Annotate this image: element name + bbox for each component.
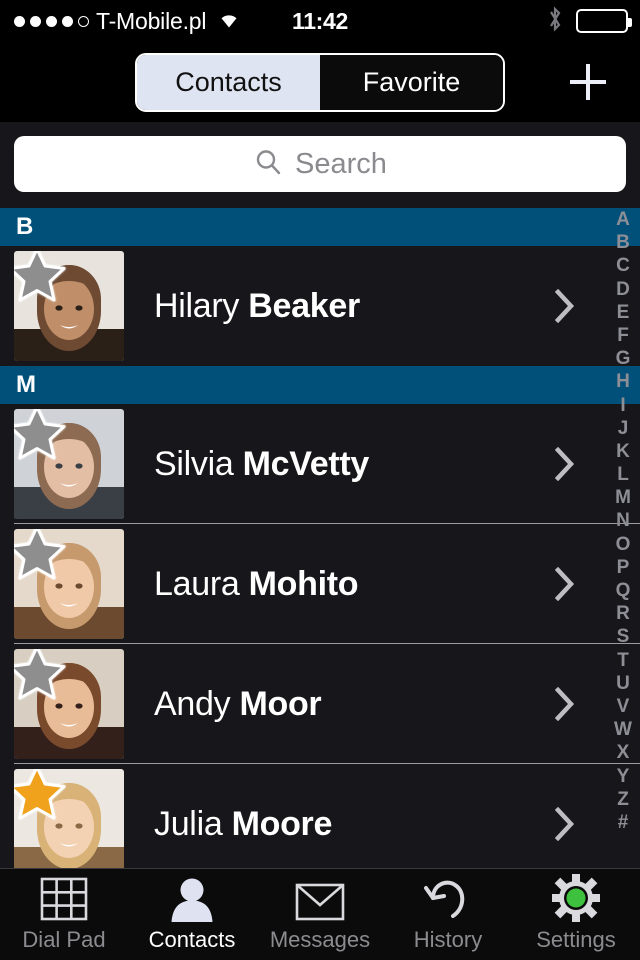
index-letter-n[interactable]: N — [616, 509, 630, 532]
tab-messages[interactable]: Messages — [256, 869, 384, 960]
chevron-right-icon — [555, 567, 575, 601]
index-letter-l[interactable]: L — [617, 463, 629, 486]
search-placeholder: Search — [295, 147, 387, 180]
star-icon — [14, 251, 66, 302]
chevron-right-icon — [555, 687, 575, 721]
contact-first-name: Julia — [154, 804, 223, 843]
status-bar-clock: 11:42 — [291, 7, 349, 34]
index-letter-x[interactable]: X — [617, 741, 630, 764]
avatar — [14, 769, 124, 879]
avatar — [14, 529, 124, 639]
battery-icon — [576, 9, 632, 33]
index-letter-p[interactable]: P — [617, 556, 630, 579]
search-icon — [253, 147, 283, 182]
avatar — [14, 409, 124, 519]
tab-history[interactable]: History — [384, 869, 512, 960]
index-letter-w[interactable]: W — [614, 718, 632, 741]
person-icon — [169, 876, 215, 922]
avatar — [14, 251, 124, 361]
status-bar: T-Mobile.pl 11:42 — [0, 0, 640, 42]
index-letter-h[interactable]: H — [616, 370, 630, 393]
contacts-list: B Hilary Beaker M Silvia McVetty Laura M… — [0, 208, 640, 884]
contacts-favorite-segmented-control[interactable]: Contacts Favorite — [135, 52, 505, 112]
contact-row[interactable]: Hilary Beaker — [0, 246, 640, 366]
index-letter-d[interactable]: D — [616, 278, 630, 301]
tab-label: Dial Pad — [22, 927, 106, 952]
chevron-right-icon — [555, 447, 575, 481]
contact-last-name: Moore — [231, 804, 333, 843]
index-letter-m[interactable]: M — [615, 486, 631, 509]
undo-arrow-icon — [424, 876, 472, 922]
index-letter-z[interactable]: Z — [617, 788, 629, 811]
bottom-tab-bar: Dial Pad Contacts Messages History Setti… — [0, 868, 640, 960]
index-letter-o[interactable]: O — [616, 533, 631, 556]
section-header-b: B — [0, 208, 640, 246]
add-contact-button[interactable] — [566, 60, 610, 104]
tab-label: Settings — [536, 927, 616, 952]
index-letter-k[interactable]: K — [616, 440, 630, 463]
index-letter-v[interactable]: V — [617, 695, 630, 718]
index-letter-a[interactable]: A — [616, 208, 630, 231]
contact-first-name: Hilary — [154, 286, 240, 325]
index-letter-c[interactable]: C — [616, 254, 630, 277]
section-header-m: M — [0, 366, 640, 404]
tab-contacts-segment[interactable]: Contacts — [137, 54, 320, 110]
index-letter-r[interactable]: R — [616, 602, 630, 625]
dialpad-icon — [39, 876, 89, 922]
gear-icon — [552, 874, 600, 922]
envelope-icon — [295, 876, 345, 922]
tab-label: Messages — [269, 927, 371, 952]
index-letter-j[interactable]: J — [618, 417, 629, 440]
tab-label: Contacts — [148, 927, 236, 952]
index-letter-g[interactable]: G — [616, 347, 631, 370]
index-letter-t[interactable]: T — [617, 649, 629, 672]
navigation-bar: Contacts Favorite — [0, 42, 640, 122]
contact-last-name: McVetty — [242, 444, 370, 483]
search-input[interactable]: Search — [14, 136, 626, 192]
index-letter-b[interactable]: B — [616, 231, 630, 254]
star-icon — [14, 409, 66, 460]
chevron-right-icon — [555, 807, 575, 841]
index-letter-hash[interactable]: # — [618, 811, 629, 834]
tab-dial-pad[interactable]: Dial Pad — [0, 869, 128, 960]
contact-row[interactable]: Laura Mohito — [0, 524, 640, 644]
star-icon — [14, 649, 66, 700]
contact-first-name: Andy — [154, 684, 231, 723]
index-letter-s[interactable]: S — [617, 625, 630, 648]
contact-name: Andy Moor — [154, 684, 322, 724]
contacts-app-screen: T-Mobile.pl 11:42 Contacts Favorite Sear… — [0, 0, 640, 960]
contact-name: Julia Moore — [154, 805, 332, 844]
tab-settings[interactable]: Settings — [512, 869, 640, 960]
star-icon — [14, 529, 66, 580]
index-letter-f[interactable]: F — [617, 324, 629, 347]
avatar — [14, 649, 124, 759]
contact-name: Laura Mohito — [154, 564, 359, 604]
contact-last-name: Moor — [239, 684, 322, 723]
index-letter-i[interactable]: I — [620, 394, 625, 417]
index-letter-q[interactable]: Q — [616, 579, 631, 602]
chevron-right-icon — [555, 289, 575, 323]
alphabet-index-bar[interactable]: A B C D E F G H I J K L M N O P Q R S T U V W X Y Z # — [606, 208, 640, 834]
contact-first-name: Laura — [154, 564, 240, 603]
star-filled-icon — [14, 769, 66, 820]
contact-name: Silvia McVetty — [154, 445, 369, 484]
contact-row[interactable]: Julia Moore — [0, 764, 640, 884]
contact-last-name: Beaker — [248, 286, 360, 325]
contact-name: Hilary Beaker — [154, 287, 360, 326]
contact-row[interactable]: Silvia McVetty — [0, 404, 640, 524]
tab-favorite-segment[interactable]: Favorite — [320, 54, 503, 110]
index-letter-e[interactable]: E — [617, 301, 630, 324]
search-bar-container: Search — [0, 122, 640, 208]
index-letter-y[interactable]: Y — [617, 765, 630, 788]
contact-row[interactable]: Andy Moor — [0, 644, 640, 764]
contact-first-name: Silvia — [154, 444, 234, 483]
tab-contacts[interactable]: Contacts — [128, 869, 256, 960]
index-letter-u[interactable]: U — [616, 672, 630, 695]
contact-last-name: Mohito — [248, 564, 359, 603]
tab-label: History — [413, 927, 483, 952]
